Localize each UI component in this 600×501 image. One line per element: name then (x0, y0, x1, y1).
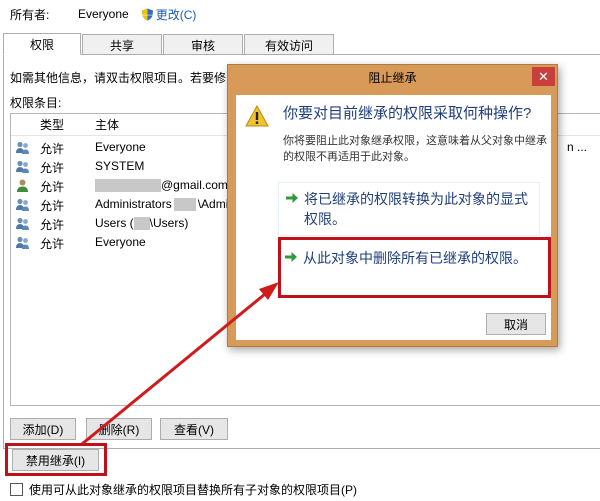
group-icon (16, 198, 29, 211)
row-principal-prefix: Administrators (95, 197, 172, 211)
redacted-text (173, 198, 196, 212)
column-type[interactable]: 类型 (40, 116, 64, 133)
owner-row: 所有者: Everyone 更改(C) (10, 5, 196, 23)
row-principal: Users ( \Users) (95, 216, 189, 231)
entries-label: 权限条目: (10, 96, 62, 110)
redacted-text (133, 217, 150, 231)
row-type: 允许 (40, 199, 65, 213)
dialog-title: 阻止继承 (368, 70, 417, 85)
user-icon (17, 179, 28, 192)
group-icon (16, 217, 29, 230)
change-owner-link[interactable]: 更改(C) (156, 6, 197, 23)
row-principal: Everyone (95, 235, 146, 249)
row-principal: Administrators \Admi (95, 197, 229, 212)
close-icon[interactable]: ✕ (532, 67, 555, 86)
highlight-box-remove-option (278, 237, 551, 298)
row-principal: SYSTEM (95, 159, 145, 173)
dialog-description: 你将要阻止此对象继承权限，这意味着从父对象中继承的权限不再适用于此对象。 (283, 135, 547, 163)
row-principal-suffix: @gmail.com (161, 178, 228, 192)
tab-strip: 权限 共享 审核 有效访问 (3, 33, 335, 55)
row-type: 允许 (40, 237, 65, 251)
column-principal[interactable]: 主体 (95, 116, 119, 133)
replace-child-permissions-label: 使用可从此对象继承的权限项目替换所有子对象的权限项目(P) (29, 483, 357, 497)
view-button[interactable]: 查看(V) (160, 418, 228, 440)
add-button[interactable]: 添加(D) (10, 418, 76, 440)
redacted-text (95, 179, 161, 193)
cancel-button[interactable]: 取消 (486, 313, 546, 335)
group-icon (16, 141, 29, 154)
warning-icon (245, 105, 269, 127)
row-principal-prefix: Users ( (95, 216, 134, 230)
row-principal: @gmail.com (95, 178, 228, 193)
row-type: 允许 (40, 161, 65, 175)
row-type: 允许 (40, 218, 65, 232)
uac-shield-icon (141, 8, 153, 20)
tab-share[interactable]: 共享 (82, 34, 162, 55)
green-arrow-icon (286, 193, 298, 203)
convert-option-label: 将已继承的权限转换为此对象的显式权限。 (304, 191, 528, 227)
row-principal: Everyone (95, 140, 146, 154)
tab-permissions[interactable]: 权限 (3, 33, 81, 55)
row-type: 允许 (40, 180, 65, 194)
row-principal-suffix: \Admi (197, 197, 229, 211)
group-icon (16, 236, 29, 249)
row-type: 允许 (40, 142, 65, 156)
highlight-box-disable-inheritance (5, 443, 107, 476)
remove-button[interactable]: 删除(R) (86, 418, 152, 440)
row-trail: n ... (567, 140, 588, 154)
tab-effective-access[interactable]: 有效访问 (244, 34, 334, 55)
tab-audit[interactable]: 审核 (163, 34, 243, 55)
owner-label: 所有者: (10, 7, 50, 22)
group-icon (16, 160, 29, 173)
owner-value: Everyone (78, 7, 129, 21)
row-principal-suffix: \Users) (149, 216, 189, 230)
dialog-heading: 你要对目前继承的权限采取何种操作? (283, 105, 532, 122)
replace-child-permissions-checkbox[interactable] (10, 483, 23, 496)
info-text: 如需其他信息，请双击权限项目。若要修 (10, 71, 227, 85)
replace-child-permissions-row[interactable]: 使用可从此对象继承的权限项目替换所有子对象的权限项目(P) (10, 481, 357, 498)
convert-inherited-permissions-option[interactable]: 将已继承的权限转换为此对象的显式权限。 (278, 182, 540, 236)
